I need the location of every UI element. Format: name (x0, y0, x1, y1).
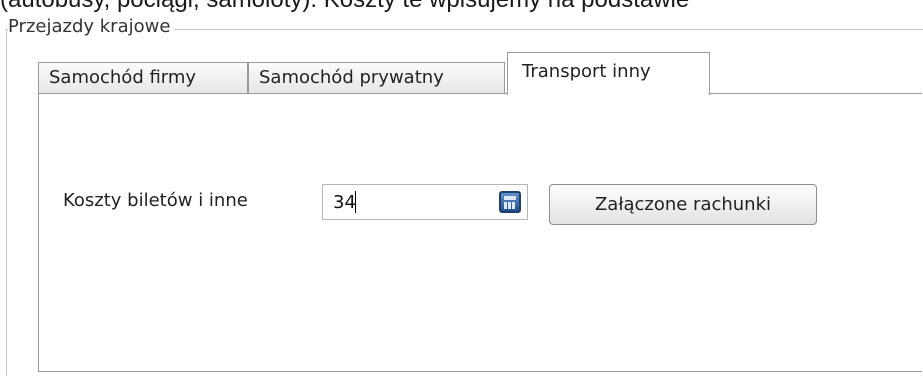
fieldset-border-left (6, 29, 7, 376)
text-caret (355, 191, 356, 213)
tab-samochod-firmy[interactable]: Samochód firmy (38, 62, 248, 94)
tab-transport-inny[interactable]: Transport inny (507, 52, 710, 95)
calculator-icon[interactable] (499, 191, 521, 213)
clipped-intro-text: (autobusy, pociągi, samoloty). Koszty te… (0, 0, 689, 14)
cost-label: Koszty biletów i inne (63, 190, 248, 211)
attachments-button[interactable]: Załączone rachunki (549, 184, 817, 225)
tab-samochod-prywatny[interactable]: Samochód prywatny (248, 62, 505, 94)
calculator-screen (504, 196, 516, 200)
fieldset-legend: Przejazdy krajowe (8, 16, 175, 37)
tab-panel (38, 93, 922, 372)
cost-input[interactable]: 34 (322, 184, 528, 220)
cost-input-value: 34 (333, 192, 356, 213)
calculator-keys (504, 202, 516, 209)
